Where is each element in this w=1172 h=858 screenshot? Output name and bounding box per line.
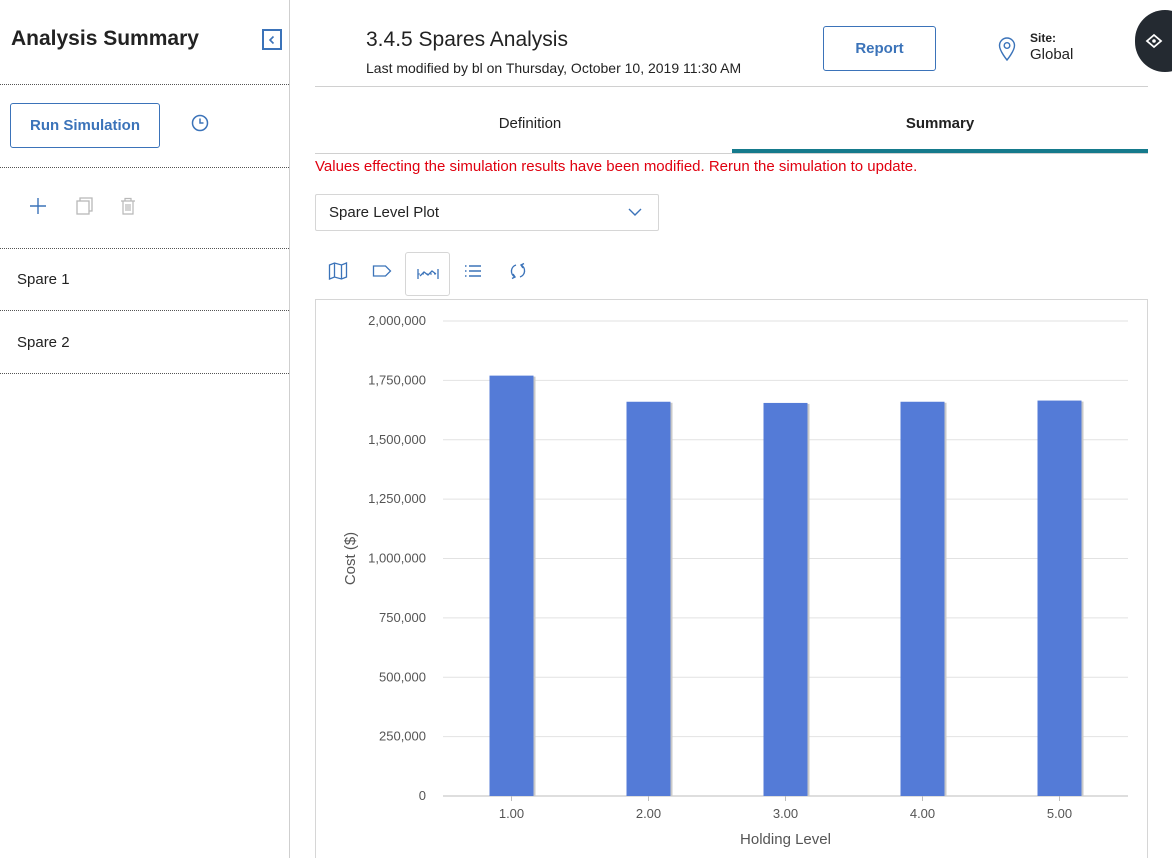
warning-message: Values effecting the simulation results …: [315, 158, 918, 175]
bar: [900, 401, 945, 796]
cost-bar-chart: 0 250,000 500,000 750,000 1,000,000 1,250,000…: [342, 313, 1128, 848]
delete-button[interactable]: [117, 195, 139, 217]
tabs-divider: [315, 153, 1148, 154]
collapse-icon: [268, 35, 275, 44]
sidebar-item-spare-2[interactable]: Spare 2: [0, 312, 289, 374]
copy-button[interactable]: [73, 195, 95, 217]
y-tick-label: 1,250,000: [368, 491, 426, 506]
y-axis-title: Cost ($): [342, 532, 359, 585]
x-tick-label: 2.00: [636, 806, 661, 821]
plot-type-select[interactable]: Spare Level Plot: [315, 194, 659, 231]
x-tick-label: 3.00: [773, 806, 798, 821]
y-tick-label: 0: [419, 788, 426, 803]
copy-icon: [76, 197, 93, 215]
refresh-icon: [510, 262, 526, 280]
chevron-down-icon: [628, 208, 642, 216]
location-pin-icon: [998, 37, 1016, 62]
site-value[interactable]: Global: [1030, 46, 1073, 63]
tag-icon: [372, 265, 392, 277]
list-icon: [465, 265, 481, 277]
sidebar-toolbar: [0, 168, 289, 249]
run-section: Run Simulation: [0, 85, 289, 168]
x-axis-title: Holding Level: [740, 831, 831, 848]
bar: [626, 401, 671, 796]
x-tick-label: 1.00: [499, 806, 524, 821]
collapse-sidebar-button[interactable]: [262, 29, 282, 50]
bar: [489, 375, 534, 796]
site-label: Site:: [1030, 31, 1057, 45]
map-icon: [328, 262, 348, 280]
legend-button[interactable]: [458, 256, 488, 286]
assistant-button[interactable]: [1135, 10, 1172, 72]
last-modified-text: Last modified by bl on Thursday, October…: [366, 60, 742, 76]
y-tick-label: 250,000: [379, 729, 426, 744]
y-tick-label: 2,000,000: [368, 313, 426, 328]
y-tick-label: 1,000,000: [368, 551, 426, 566]
y-tick-label: 500,000: [379, 669, 426, 684]
page-title: 3.4.5 Spares Analysis: [366, 28, 568, 51]
sidebar-title: Analysis Summary: [11, 27, 199, 50]
line-range-button[interactable]: [405, 252, 450, 296]
history-icon[interactable]: [190, 113, 210, 133]
delete-icon: [121, 197, 135, 215]
header-divider: [315, 86, 1148, 87]
sidebar-header: Analysis Summary: [0, 0, 289, 85]
x-tick-label: 4.00: [910, 806, 935, 821]
report-button[interactable]: Report: [823, 26, 936, 71]
plot-type-selected: Spare Level Plot: [329, 204, 440, 221]
label-button[interactable]: [367, 256, 397, 286]
y-tick-label: 750,000: [379, 610, 426, 625]
add-icon: [30, 198, 46, 214]
y-tick-label: 1,500,000: [368, 432, 426, 447]
y-tick-label: 1,750,000: [368, 372, 426, 387]
bar: [763, 402, 808, 796]
refresh-button[interactable]: [503, 256, 533, 286]
sidebar-item-spare-1[interactable]: Spare 1: [0, 249, 289, 311]
assistant-icon: [1145, 33, 1163, 49]
line-range-icon: [416, 269, 439, 279]
run-simulation-button[interactable]: Run Simulation: [10, 103, 160, 148]
sidebar: Analysis Summary Run Simulation Spare 1 …: [0, 0, 290, 858]
tab-summary[interactable]: Summary: [732, 100, 1148, 154]
map-button[interactable]: [323, 256, 353, 286]
x-tick-label: 5.00: [1047, 806, 1072, 821]
bar: [1037, 400, 1082, 796]
add-button[interactable]: [27, 195, 49, 217]
tab-definition[interactable]: Definition: [330, 100, 730, 154]
